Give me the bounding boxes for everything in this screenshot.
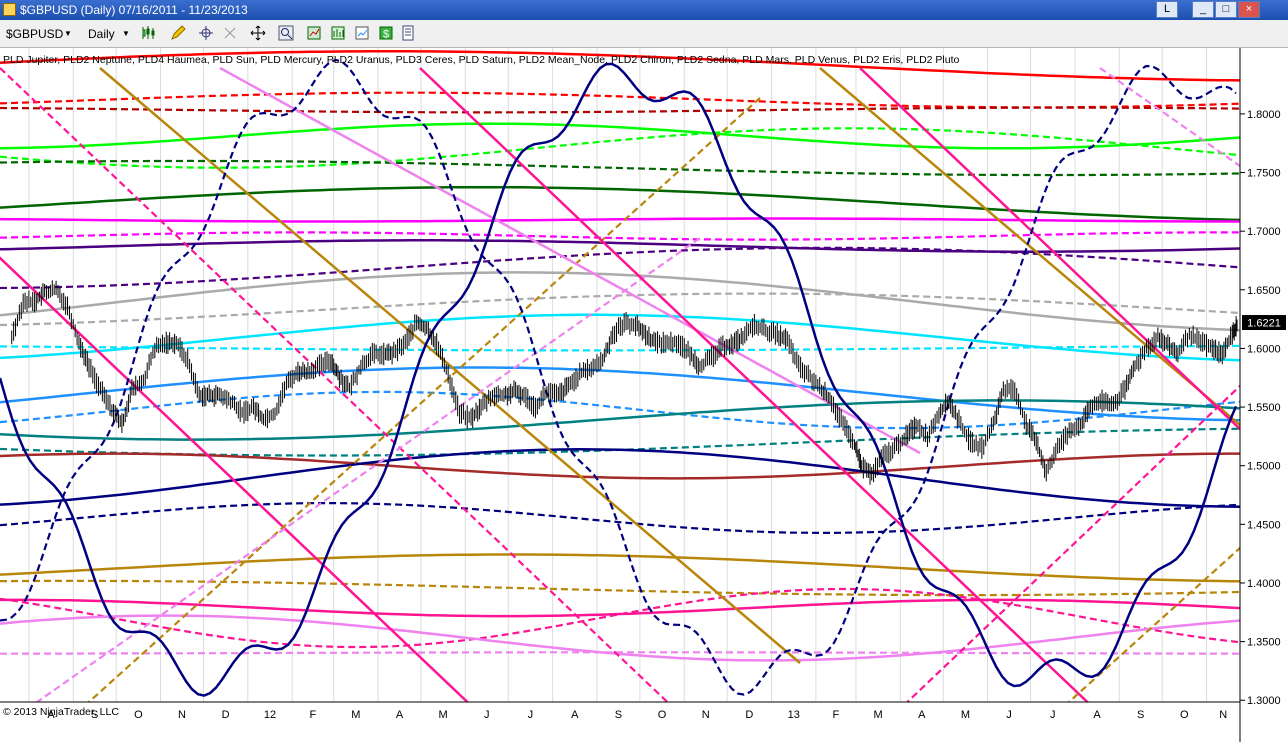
x-tick-label: J xyxy=(1050,709,1056,721)
period-dropdown-icon[interactable]: ▼ xyxy=(122,26,130,42)
chart-properties-icon[interactable] xyxy=(306,25,322,41)
crosshair-pointer-icon[interactable] xyxy=(198,25,214,41)
x-tick-label: N xyxy=(178,709,186,721)
candlestick-style-icon[interactable] xyxy=(140,25,156,41)
drawing-pencil-icon[interactable] xyxy=(170,25,186,41)
x-tick-label: A xyxy=(396,709,404,721)
x-tick-label: J xyxy=(484,709,490,721)
window-title: $GBPUSD (Daily) 07/16/2011 - 11/23/2013 xyxy=(20,3,248,17)
x-tick-label: F xyxy=(310,709,317,721)
y-tick-label: 1.6500 xyxy=(1247,285,1281,297)
x-tick-label: N xyxy=(702,709,710,721)
copyright-text: © 2013 NinjaTrader, LLC xyxy=(3,706,119,718)
y-tick-label: 1.3000 xyxy=(1247,695,1281,707)
y-tick-label: 1.5500 xyxy=(1247,402,1281,414)
x-tick-label: M xyxy=(351,709,360,721)
maximize-button[interactable]: □ xyxy=(1215,1,1237,18)
window-titlebar[interactable]: $GBPUSD (Daily) 07/16/2011 - 11/23/2013 … xyxy=(0,0,1288,20)
x-axis: A S O N D 12 F M A M J J A S O N D 13 F M A M J J A S O N xyxy=(47,709,1227,721)
minimize-button[interactable]: _ xyxy=(1192,1,1214,18)
data-box-icon[interactable] xyxy=(400,25,416,41)
x-tick-label: N xyxy=(1219,709,1227,721)
zoom-icon[interactable] xyxy=(278,25,294,41)
x-tick-label: D xyxy=(222,709,230,721)
x-tick-label: A xyxy=(1093,709,1101,721)
link-button[interactable]: L xyxy=(1156,1,1178,18)
y-tick-label: 1.6000 xyxy=(1247,343,1281,355)
close-button[interactable]: × xyxy=(1238,1,1260,18)
app-icon xyxy=(3,3,16,16)
instrument-selector[interactable]: $GBPUSD xyxy=(6,26,63,42)
x-tick-label: O xyxy=(658,709,667,721)
x-tick-label: M xyxy=(874,709,883,721)
y-tick-label: 1.4000 xyxy=(1247,578,1281,590)
x-tick-label: A xyxy=(918,709,926,721)
y-tick-label: 1.8000 xyxy=(1247,109,1281,121)
strategies-icon[interactable] xyxy=(354,25,370,41)
x-tick-label: D xyxy=(745,709,753,721)
x-tick-label: S xyxy=(615,709,622,721)
y-axis: 1.8000 1.7500 1.7000 1.6500 1.6000 1.5500 1.50… xyxy=(1240,109,1281,707)
indicators-icon[interactable] xyxy=(330,25,346,41)
x-tick-label: J xyxy=(528,709,534,721)
x-tick-label: 12 xyxy=(264,709,276,721)
x-tick-label: M xyxy=(961,709,970,721)
last-price-label: 1.6221 xyxy=(1247,318,1281,330)
global-crosshair-icon[interactable] xyxy=(222,25,238,41)
x-tick-label: F xyxy=(833,709,840,721)
x-tick-label: O xyxy=(134,709,143,721)
last-price-marker: 1.6221 xyxy=(1242,315,1286,331)
indicator-legend: PLD Jupiter, PLD2 Neptune, PLD4 Haumea, … xyxy=(3,54,960,66)
x-tick-label: M xyxy=(439,709,448,721)
dollar-icon[interactable]: $ xyxy=(378,25,394,41)
chart-canvas[interactable]: PLD Jupiter, PLD2 Neptune, PLD4 Haumea, … xyxy=(0,48,1288,742)
y-tick-label: 1.7500 xyxy=(1247,168,1281,180)
x-tick-label: A xyxy=(571,709,579,721)
svg-text:$: $ xyxy=(383,29,389,41)
x-tick-label: 13 xyxy=(788,709,800,721)
move-tool-icon[interactable] xyxy=(250,25,266,41)
x-tick-label: S xyxy=(1137,709,1144,721)
y-tick-label: 1.3500 xyxy=(1247,637,1281,649)
x-tick-label: J xyxy=(1006,709,1012,721)
x-tick-label: O xyxy=(1180,709,1189,721)
period-selector[interactable]: Daily xyxy=(88,26,115,42)
y-tick-label: 1.4500 xyxy=(1247,519,1281,531)
chart-toolbar: $GBPUSD ▼ Daily ▼ $ xyxy=(0,20,1288,48)
y-tick-label: 1.7000 xyxy=(1247,226,1281,238)
instrument-dropdown-icon[interactable]: ▼ xyxy=(64,26,72,42)
chart-panel[interactable]: PLD Jupiter, PLD2 Neptune, PLD4 Haumea, … xyxy=(0,48,1288,742)
y-tick-label: 1.5000 xyxy=(1247,461,1281,473)
